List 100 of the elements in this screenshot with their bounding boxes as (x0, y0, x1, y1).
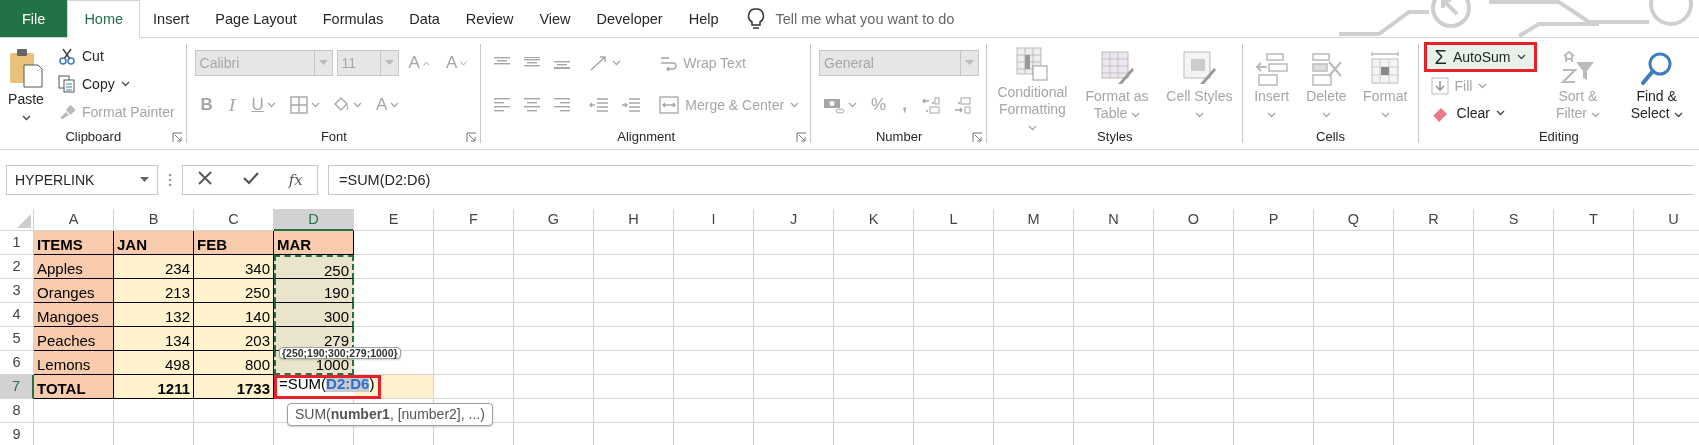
indent-increase-icon (621, 96, 642, 114)
tell-me-field[interactable]: Tell me what you want to do (773, 9, 1028, 28)
table-cell: 140 (194, 303, 274, 327)
column-header[interactable]: I (674, 209, 754, 231)
select-all-icon (17, 214, 31, 228)
borders-icon (289, 96, 308, 114)
caret-icon (390, 102, 400, 108)
launcher-icon (796, 132, 808, 143)
column-header[interactable]: G (514, 209, 594, 231)
table-cell: 1733 (194, 375, 274, 399)
caret-down-icon (460, 60, 468, 66)
ribbon-button[interactable]: Cut (54, 44, 108, 68)
caret-icon (266, 102, 276, 108)
table-cell: 234 (114, 255, 194, 279)
column-header[interactable]: N (1074, 209, 1154, 231)
table-cell: Peaches (34, 327, 114, 351)
caret-icon (1321, 112, 1331, 118)
grip-icon (168, 172, 172, 187)
column-header[interactable]: H (594, 209, 674, 231)
brush-icon (58, 104, 76, 120)
table-cell: Lemons (34, 351, 114, 375)
delete-cells-icon (1309, 50, 1344, 86)
indent-decrease-icon (589, 96, 610, 114)
ribbon-tab[interactable]: View (526, 0, 584, 37)
row-header[interactable]: 1 (0, 231, 34, 255)
group-label: Font (320, 128, 347, 144)
name-box[interactable]: HYPERLINK (6, 164, 158, 195)
column-header[interactable]: J (754, 209, 834, 231)
row-header[interactable]: 8 (0, 399, 34, 423)
table-cell: 300 (274, 303, 354, 327)
column-header[interactable]: T (1554, 209, 1634, 231)
column-header[interactable]: K (834, 209, 914, 231)
ribbon-tab[interactable]: Home (67, 0, 141, 38)
group-label: Alignment (617, 128, 676, 144)
caret-icon (1380, 112, 1390, 118)
wrap-icon (659, 54, 678, 72)
group-label: Clipboard (65, 128, 122, 144)
caret-icon (1131, 112, 1141, 118)
row-header[interactable]: 5 (0, 327, 34, 351)
insert-function-button[interactable]: fx (288, 170, 303, 189)
caret-icon (1673, 112, 1683, 118)
file-tab[interactable]: File (0, 0, 68, 37)
formula-field[interactable]: =SUM(D2:D6) (328, 164, 1693, 195)
ribbon-button[interactable]: Σ AutoSum (1426, 45, 1534, 70)
ribbon-button[interactable]: Paste (8, 43, 44, 125)
ribbon-tab[interactable]: Insert (140, 0, 203, 37)
lightbulb-icon (747, 6, 766, 31)
decimal-increase-icon (920, 95, 941, 114)
column-header[interactable]: P (1234, 209, 1314, 231)
ribbon-tab[interactable]: Developer (583, 0, 676, 37)
ribbon-button[interactable]: Copy (54, 72, 134, 96)
caret-icon (612, 60, 622, 66)
table-cell: 250 (194, 279, 274, 303)
table-cell: Oranges (34, 279, 114, 303)
caret-icon (1590, 112, 1600, 118)
table-cell: 132 (114, 303, 194, 327)
column-header[interactable]: Q (1314, 209, 1394, 231)
column-header[interactable]: C (194, 209, 274, 231)
merge-icon (659, 96, 680, 114)
dropdown-arrow-icon (140, 176, 149, 183)
table-cell: Mangoes (34, 303, 114, 327)
table-cell: JAN (114, 231, 194, 255)
row-header[interactable]: 7 (0, 375, 34, 399)
column-header[interactable]: O (1154, 209, 1234, 231)
dropdown-arrow-icon (318, 60, 328, 66)
column-header[interactable]: L (914, 209, 994, 231)
group-label: Cells (1316, 128, 1345, 144)
row-header[interactable]: 2 (0, 255, 34, 279)
ribbon-tab[interactable]: Review (452, 0, 527, 37)
ribbon-button[interactable]: Clear (1426, 100, 1509, 125)
column-header[interactable]: E (354, 209, 434, 231)
caret-icon (1267, 112, 1277, 118)
caret-icon (1478, 83, 1488, 89)
row-header[interactable]: 6 (0, 351, 34, 375)
row-header[interactable]: 4 (0, 303, 34, 327)
table-cell: ITEMS (34, 231, 114, 255)
row-header[interactable]: 3 (0, 279, 34, 303)
table-cell: 190 (274, 279, 354, 303)
column-header[interactable]: A (34, 209, 114, 231)
launcher-icon (972, 132, 984, 143)
column-header[interactable]: S (1474, 209, 1554, 231)
dropdown-arrow-icon (384, 60, 394, 66)
ribbon-tab[interactable]: Help (675, 0, 732, 37)
ribbon-tab[interactable]: Formulas (309, 0, 397, 37)
ribbon-button[interactable]: Find & Select (1622, 46, 1691, 122)
column-header[interactable]: M (994, 209, 1074, 231)
caret-icon (1194, 112, 1204, 118)
table-cell: 340 (194, 255, 274, 279)
column-header[interactable]: B (114, 209, 194, 231)
table-cell: 1211 (114, 375, 194, 399)
align-middle-icon (523, 57, 542, 69)
caret-icon (790, 102, 800, 108)
column-header[interactable]: F (434, 209, 514, 231)
column-header[interactable]: R (1394, 209, 1474, 231)
scissors-icon (58, 47, 76, 65)
ribbon-tab[interactable]: Data (396, 0, 453, 37)
caret-up-icon (422, 60, 430, 66)
column-header[interactable]: D (274, 209, 354, 231)
ribbon-tab[interactable]: Page Layout (202, 0, 310, 37)
table-cell: FEB (194, 231, 274, 255)
